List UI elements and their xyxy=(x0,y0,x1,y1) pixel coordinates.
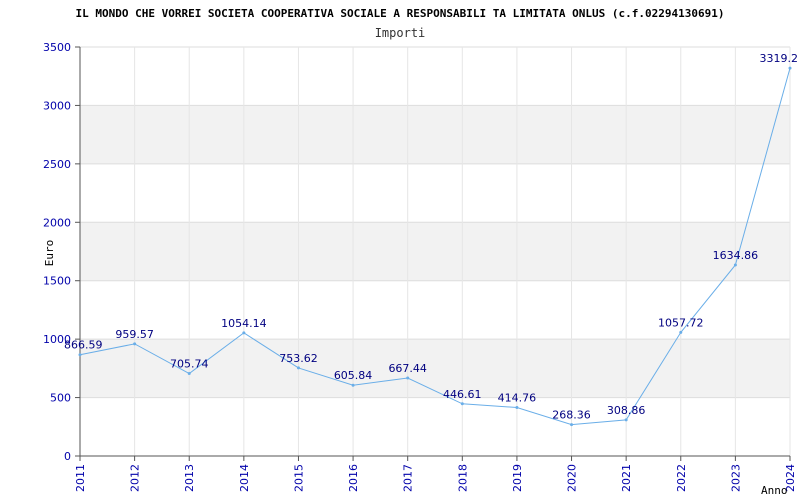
data-label: 308.86 xyxy=(607,404,646,417)
x-tick-label: 2023 xyxy=(729,464,742,492)
y-tick-label: 3500 xyxy=(43,41,71,54)
x-tick-label: 2019 xyxy=(511,464,524,492)
data-point xyxy=(460,402,464,406)
x-tick-label: 2017 xyxy=(402,464,415,492)
data-point xyxy=(296,366,300,370)
data-label: 1634.86 xyxy=(713,249,759,262)
data-label: 1054.14 xyxy=(221,317,267,330)
x-axis-label: Anno xyxy=(761,484,788,497)
data-label: 268.36 xyxy=(552,409,591,422)
line-chart: 0500100015002000250030003500 2011 2012 201… xyxy=(43,7,799,497)
y-tick-label: 0 xyxy=(64,450,71,463)
data-point xyxy=(624,418,628,422)
data-point xyxy=(679,330,683,334)
y-axis-label: Euro xyxy=(43,240,56,267)
data-point xyxy=(133,342,137,346)
x-tick-label: 2016 xyxy=(347,464,360,492)
y-tick-label: 2000 xyxy=(43,216,71,229)
x-tick-label: 2011 xyxy=(74,464,87,492)
data-label: 1057.72 xyxy=(658,316,704,329)
data-label: 667.44 xyxy=(388,362,427,375)
data-point xyxy=(242,331,246,335)
data-label: 705.74 xyxy=(170,358,209,371)
chart-subtitle: Importi xyxy=(375,26,426,40)
y-tick-label: 500 xyxy=(50,392,71,405)
data-point xyxy=(187,372,191,376)
data-label: 3319.2 xyxy=(760,52,799,65)
data-label: 605.84 xyxy=(334,369,373,382)
grid-band xyxy=(80,105,790,164)
data-point xyxy=(406,376,410,380)
data-label: 446.61 xyxy=(443,388,482,401)
x-tick-label: 2013 xyxy=(183,464,196,492)
data-point xyxy=(570,423,574,427)
data-point xyxy=(788,66,792,70)
data-label: 753.62 xyxy=(279,352,318,365)
background-bands xyxy=(80,105,790,398)
x-tick-label: 2014 xyxy=(238,464,251,492)
x-tick-label: 2021 xyxy=(620,464,633,492)
x-tick-labels: 2011 2012 2013 2014 2015 2016 2017 2018 2019 2020… xyxy=(74,464,797,492)
data-point xyxy=(733,263,737,267)
y-tick-label: 2500 xyxy=(43,158,71,171)
data-point xyxy=(515,406,519,410)
data-label: 866.59 xyxy=(64,339,103,352)
x-tick-label: 2020 xyxy=(566,464,579,492)
chart-title: IL MONDO CHE VORREI SOCIETA COOPERATIVA … xyxy=(75,7,724,20)
x-tick-label: 2018 xyxy=(456,464,469,492)
y-tick-label: 1500 xyxy=(43,275,71,288)
x-tick-label: 2022 xyxy=(675,464,688,492)
x-tick-label: 2015 xyxy=(292,464,305,492)
data-point xyxy=(78,353,82,357)
grid-band xyxy=(80,222,790,281)
data-label: 414.76 xyxy=(498,392,537,405)
data-point xyxy=(351,383,355,387)
data-label: 959.57 xyxy=(115,328,154,341)
y-tick-label: 3000 xyxy=(43,99,71,112)
x-tick-label: 2012 xyxy=(129,464,142,492)
